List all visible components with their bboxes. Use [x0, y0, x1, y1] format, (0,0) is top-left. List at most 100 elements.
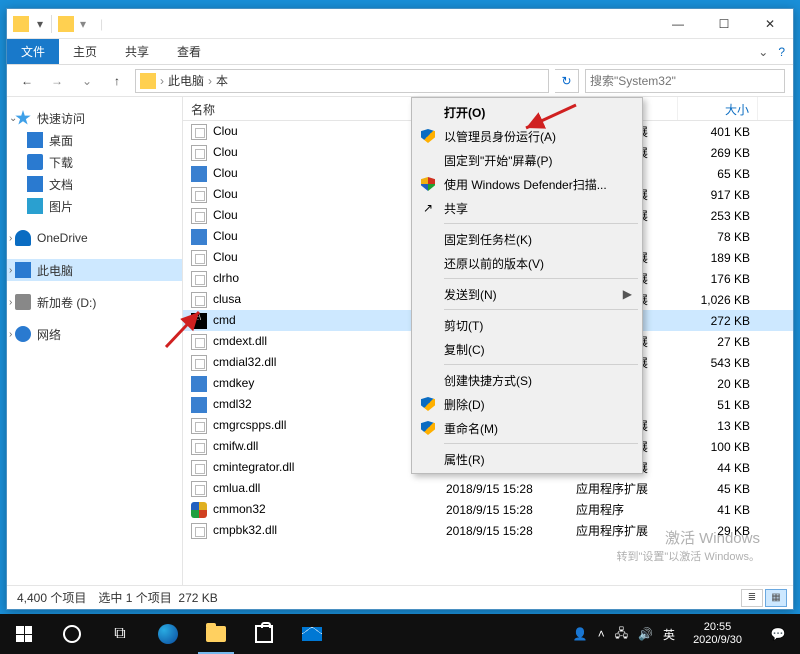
- file-size: 78 KB: [678, 230, 758, 244]
- menu-item-label: 删除(D): [444, 396, 485, 413]
- maximize-button[interactable]: ☐: [701, 9, 747, 39]
- titlebar: ▾ ▾ | — ☐ ✕: [7, 9, 793, 39]
- menu-item[interactable]: ↗共享: [414, 196, 640, 220]
- qat-dropdown-icon[interactable]: ▾: [35, 19, 45, 29]
- nav-downloads[interactable]: 下载: [7, 151, 182, 173]
- col-size[interactable]: 大小: [678, 97, 758, 120]
- menu-item[interactable]: 重命名(M): [414, 416, 640, 440]
- shield-icon: [421, 129, 435, 143]
- file-row[interactable]: cmmon322018/9/15 15:28应用程序41 KB: [183, 499, 793, 520]
- menu-item[interactable]: 创建快捷方式(S): [414, 368, 640, 392]
- file-icon: [191, 145, 207, 161]
- file-size: 543 KB: [678, 356, 758, 370]
- breadcrumb-segment[interactable]: 本: [216, 72, 228, 89]
- folder-icon: [13, 16, 29, 32]
- help-icon[interactable]: ?: [778, 45, 785, 59]
- view-details-button[interactable]: ≣: [741, 589, 763, 607]
- file-list-pane: 名称 类型 大小 Clou5:28应用程序扩展401 KBClou5:28应用程…: [183, 97, 793, 585]
- chevron-right-icon[interactable]: ›: [160, 74, 164, 88]
- search-box[interactable]: [585, 69, 785, 93]
- nav-documents[interactable]: 文档: [7, 173, 182, 195]
- file-icon: [191, 166, 207, 182]
- nav-pictures[interactable]: 图片: [7, 195, 182, 217]
- menu-separator: [444, 309, 638, 310]
- document-icon: [27, 176, 43, 192]
- share-icon: ↗: [420, 200, 436, 216]
- ime-indicator[interactable]: 英: [663, 626, 675, 643]
- nav-desktop[interactable]: 桌面: [7, 129, 182, 151]
- start-button[interactable]: [0, 614, 48, 654]
- menu-item-label: 复制(C): [444, 341, 485, 358]
- nav-onedrive[interactable]: ›OneDrive: [7, 227, 182, 249]
- taskbar-mail[interactable]: [288, 614, 336, 654]
- tray-chevron-icon[interactable]: ˄: [598, 627, 605, 641]
- taskbar-store[interactable]: [240, 614, 288, 654]
- refresh-button[interactable]: ↻: [555, 69, 579, 93]
- network-icon[interactable]: 🖧: [615, 624, 628, 645]
- breadcrumb-segment[interactable]: 此电脑: [168, 72, 204, 89]
- nav-back-button[interactable]: ←: [15, 69, 39, 93]
- qat-customize[interactable]: ▾: [80, 17, 86, 31]
- annotation-arrow: [521, 103, 581, 133]
- ribbon-file[interactable]: 文件: [7, 39, 59, 64]
- close-button[interactable]: ✕: [747, 9, 793, 39]
- file-size: 27 KB: [678, 335, 758, 349]
- drive-icon: [15, 294, 31, 310]
- file-icon: [191, 124, 207, 140]
- menu-item[interactable]: 使用 Windows Defender扫描...: [414, 172, 640, 196]
- nav-quick-access[interactable]: ⌄快速访问: [7, 107, 182, 129]
- ribbon-view[interactable]: 查看: [163, 39, 215, 64]
- ribbon-share[interactable]: 共享: [111, 39, 163, 64]
- file-name: Clou: [213, 124, 238, 138]
- pc-icon: [140, 73, 156, 89]
- chevron-right-icon[interactable]: ›: [208, 74, 212, 88]
- taskbar-clock[interactable]: 20:55 2020/9/30: [685, 621, 750, 647]
- menu-item-label: 重命名(M): [444, 420, 498, 437]
- menu-item-label: 剪切(T): [444, 317, 483, 334]
- file-size: 13 KB: [678, 419, 758, 433]
- file-icon: [191, 397, 207, 413]
- file-icon: [191, 250, 207, 266]
- file-row[interactable]: cmlua.dll2018/9/15 15:28应用程序扩展45 KB: [183, 478, 793, 499]
- mail-icon: [302, 627, 322, 641]
- menu-item[interactable]: 属性(R): [414, 447, 640, 471]
- file-name: cmpbk32.dll: [213, 523, 277, 537]
- taskbar-edge[interactable]: [144, 614, 192, 654]
- pictures-icon: [27, 198, 43, 214]
- ribbon-expand-icon[interactable]: ⌄: [758, 45, 768, 59]
- file-row[interactable]: cmpbk32.dll2018/9/15 15:28应用程序扩展29 KB: [183, 520, 793, 541]
- breadcrumb[interactable]: › 此电脑 › 本: [135, 69, 549, 93]
- nav-recent-button[interactable]: ⌄: [75, 69, 99, 93]
- menu-item[interactable]: 固定到任务栏(K): [414, 227, 640, 251]
- nav-network[interactable]: ›网络: [7, 323, 182, 345]
- menu-item[interactable]: 剪切(T): [414, 313, 640, 337]
- menu-item[interactable]: 还原以前的版本(V): [414, 251, 640, 275]
- menu-separator: [444, 364, 638, 365]
- taskbar: ⧉ 👤 ˄ 🖧 🔊 英 20:55 2020/9/30 💬: [0, 614, 800, 654]
- people-icon[interactable]: 👤: [573, 627, 588, 641]
- nav-drive-d[interactable]: ›新加卷 (D:): [7, 291, 182, 313]
- search-input[interactable]: [590, 74, 780, 88]
- file-name: cmdial32.dll: [213, 355, 276, 369]
- minimize-button[interactable]: —: [655, 9, 701, 39]
- menu-item-label: 使用 Windows Defender扫描...: [444, 176, 607, 193]
- view-icons-button[interactable]: ▦: [765, 589, 787, 607]
- cortana-button[interactable]: [48, 614, 96, 654]
- volume-icon[interactable]: 🔊: [638, 627, 653, 641]
- address-bar-row: ← → ⌄ ↑ › 此电脑 › 本 ↻: [7, 65, 793, 97]
- col-name[interactable]: 名称: [183, 97, 438, 120]
- menu-item-label: 固定到任务栏(K): [444, 231, 532, 248]
- taskview-button[interactable]: ⧉: [96, 614, 144, 654]
- menu-item[interactable]: 删除(D): [414, 392, 640, 416]
- nav-this-pc[interactable]: ›此电脑: [7, 259, 182, 281]
- taskbar-explorer[interactable]: [192, 614, 240, 654]
- ribbon-home[interactable]: 主页: [59, 39, 111, 64]
- menu-item[interactable]: 固定到"开始"屏幕(P): [414, 148, 640, 172]
- nav-up-button[interactable]: ↑: [105, 69, 129, 93]
- action-center-button[interactable]: 💬: [760, 614, 796, 654]
- nav-forward-button[interactable]: →: [45, 69, 69, 93]
- menu-item[interactable]: 复制(C): [414, 337, 640, 361]
- file-icon: [191, 271, 207, 287]
- menu-item[interactable]: 发送到(N)▶: [414, 282, 640, 306]
- download-icon: [27, 154, 43, 170]
